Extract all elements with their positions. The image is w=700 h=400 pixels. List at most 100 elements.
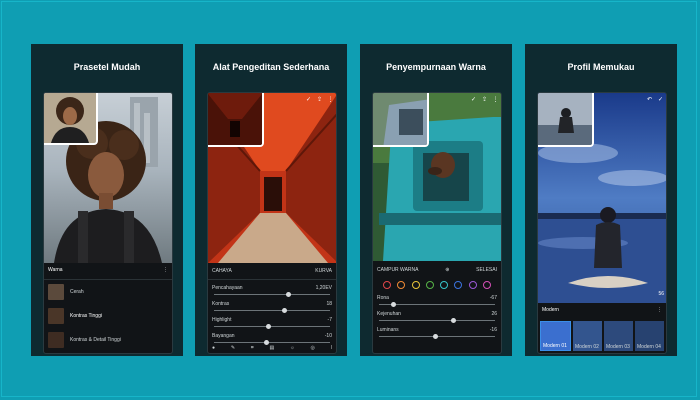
panel-editing-tools: Alat Pengeditan Sederhana ✓ ⇪ ⋮ CAHAYA K… bbox=[195, 44, 347, 356]
share-icon[interactable]: ⇪ bbox=[316, 97, 323, 104]
done-button[interactable]: SELESAI bbox=[476, 267, 497, 273]
layers-icon[interactable]: ▤ bbox=[270, 345, 275, 351]
more-icon[interactable]: ⋮ bbox=[492, 97, 499, 104]
color-swatch[interactable] bbox=[383, 281, 391, 289]
panel-title: Prasetel Mudah bbox=[73, 62, 141, 72]
preset-item[interactable]: Cerah bbox=[48, 283, 168, 301]
preset-thumbnail bbox=[48, 308, 64, 324]
color-mix-bar: CAMPUR WARNA ⊕ SELESAI bbox=[377, 267, 497, 273]
slider-label: Kontras bbox=[212, 301, 230, 307]
color-swatch[interactable] bbox=[411, 281, 420, 289]
shadow-slider[interactable] bbox=[214, 340, 330, 345]
slider-value: 18 bbox=[326, 301, 332, 307]
profile-thumbnail[interactable]: Modern 04 bbox=[635, 321, 664, 351]
crop-icon[interactable]: ⌗ bbox=[251, 345, 254, 351]
panel-title: Profil Memukau bbox=[567, 62, 635, 72]
luminance-slider[interactable] bbox=[379, 334, 495, 339]
phone-screen: ✓ ⇪ ⋮ CAHAYA KURVA Pencahayaan 1,20EV Ko… bbox=[207, 92, 337, 354]
preset-category[interactable]: Warna bbox=[48, 267, 63, 273]
slider-handle[interactable] bbox=[266, 324, 271, 329]
phone-screen: ↶ ✓ 56 Modern ⋮ Modern 01 Modern 02 Mode… bbox=[537, 92, 667, 354]
share-icon[interactable]: ⇪ bbox=[481, 97, 488, 104]
check-icon[interactable]: ✓ bbox=[305, 97, 312, 104]
slider-label: Rona bbox=[377, 295, 389, 301]
color-swatches bbox=[383, 281, 491, 289]
tab-light[interactable]: CAHAYA bbox=[212, 268, 232, 274]
slider-row: Bayangan -10 bbox=[212, 333, 332, 339]
phone-screen: ✓ ⇪ ⋮ CAMPUR WARNA ⊕ SELESAI Rona -67 Ke… bbox=[372, 92, 502, 354]
slider-handle[interactable] bbox=[286, 292, 291, 297]
profile-category[interactable]: Modern bbox=[542, 307, 559, 313]
color-swatch[interactable] bbox=[454, 281, 463, 289]
panel-title: Penyempurnaan Warna bbox=[386, 62, 486, 72]
slider-row: Kejenuhan 26 bbox=[377, 311, 497, 317]
color-swatch[interactable] bbox=[482, 281, 491, 289]
thermometer-icon[interactable]: ǀ bbox=[331, 345, 332, 351]
slider-row: Kontras 18 bbox=[212, 301, 332, 307]
circle-icon[interactable]: ● bbox=[212, 345, 215, 351]
slider-value: -7 bbox=[327, 317, 332, 323]
slider-value: 26 bbox=[491, 311, 497, 317]
preset-label: Kontras Tinggi bbox=[70, 313, 102, 319]
slider-handle[interactable] bbox=[391, 302, 396, 307]
toolbar-icons: ✓ ⇪ ⋮ bbox=[470, 97, 499, 104]
exposure-slider[interactable] bbox=[214, 292, 330, 297]
more-icon[interactable]: ⋮ bbox=[657, 307, 662, 313]
aperture-icon[interactable]: ◎ bbox=[310, 345, 314, 351]
slider-label: Kejenuhan bbox=[377, 311, 401, 317]
panel-color-refinement: Penyempurnaan Warna ✓ ⇪ ⋮ CAMPUR WARNA ⊕… bbox=[360, 44, 512, 356]
tab-curve[interactable]: KURVA bbox=[315, 268, 332, 274]
slider-row: Luminans -16 bbox=[377, 327, 497, 333]
hue-slider[interactable] bbox=[379, 302, 495, 307]
toolbar-icons: ✓ ⇪ ⋮ bbox=[305, 97, 334, 104]
profile-label: Modern 03 bbox=[606, 344, 630, 350]
slider-label: Highlight bbox=[212, 317, 232, 323]
more-icon[interactable]: ⋮ bbox=[327, 97, 334, 104]
edit-tabs: CAHAYA KURVA bbox=[212, 268, 332, 274]
slider-row: Highlight -7 bbox=[212, 317, 332, 323]
profile-label: Modern 04 bbox=[637, 344, 661, 350]
color-swatch[interactable] bbox=[468, 281, 477, 289]
panel-presets: Prasetel Mudah Warna ⋮ Cerah Kontras Tin… bbox=[31, 44, 183, 356]
tool-icons-bar: ● ✎ ⌗ ▤ ☼ ◎ ǀ bbox=[212, 345, 332, 351]
profile-amount: 56 bbox=[658, 291, 664, 297]
preset-item[interactable]: Kontras Tinggi bbox=[48, 307, 168, 325]
more-icon[interactable]: ⋮ bbox=[163, 267, 168, 273]
highlight-slider[interactable] bbox=[214, 324, 330, 329]
panel-title: Alat Pengeditan Sederhana bbox=[212, 62, 330, 72]
color-swatch[interactable] bbox=[397, 281, 406, 289]
slider-handle[interactable] bbox=[282, 308, 287, 313]
slider-value: 1,20EV bbox=[315, 285, 332, 291]
target-icon[interactable]: ⊕ bbox=[445, 267, 449, 273]
profile-thumbnail[interactable]: Modern 02 bbox=[573, 321, 602, 351]
color-swatch[interactable] bbox=[440, 281, 449, 289]
divider bbox=[44, 279, 172, 280]
phone-screen: Warna ⋮ Cerah Kontras Tinggi Kontras & D… bbox=[43, 92, 173, 354]
slider-label: Luminans bbox=[377, 327, 399, 333]
preset-menu-bar[interactable]: Warna ⋮ bbox=[48, 267, 168, 273]
sun-icon[interactable]: ☼ bbox=[290, 345, 295, 351]
color-swatch[interactable] bbox=[425, 281, 434, 289]
profile-label: Modern 01 bbox=[543, 343, 567, 349]
slider-value: -10 bbox=[324, 333, 332, 339]
slider-handle[interactable] bbox=[451, 318, 456, 323]
brush-icon[interactable]: ✎ bbox=[231, 345, 235, 351]
profile-thumbnail[interactable]: Modern 01 bbox=[540, 321, 571, 351]
before-thumbnail bbox=[44, 93, 98, 145]
preset-label: Kontras & Detail Tinggi bbox=[70, 337, 121, 343]
before-thumbnail bbox=[208, 93, 264, 147]
check-icon[interactable]: ✓ bbox=[470, 97, 477, 104]
profile-label: Modern 02 bbox=[575, 344, 599, 350]
slider-handle[interactable] bbox=[433, 334, 438, 339]
color-mix-label: CAMPUR WARNA bbox=[377, 267, 419, 273]
profile-strip: Modern 01 Modern 02 Modern 03 Modern 04 bbox=[540, 321, 664, 351]
contrast-slider[interactable] bbox=[214, 308, 330, 313]
profile-menu-bar[interactable]: Modern ⋮ bbox=[542, 307, 662, 313]
profile-thumbnail[interactable]: Modern 03 bbox=[604, 321, 633, 351]
preset-item[interactable]: Kontras & Detail Tinggi bbox=[48, 331, 168, 349]
slider-value: -16 bbox=[489, 327, 497, 333]
saturation-slider[interactable] bbox=[379, 318, 495, 323]
undo-icon[interactable]: ↶ bbox=[646, 97, 653, 104]
preset-label: Cerah bbox=[70, 289, 84, 295]
check-icon[interactable]: ✓ bbox=[657, 97, 664, 104]
